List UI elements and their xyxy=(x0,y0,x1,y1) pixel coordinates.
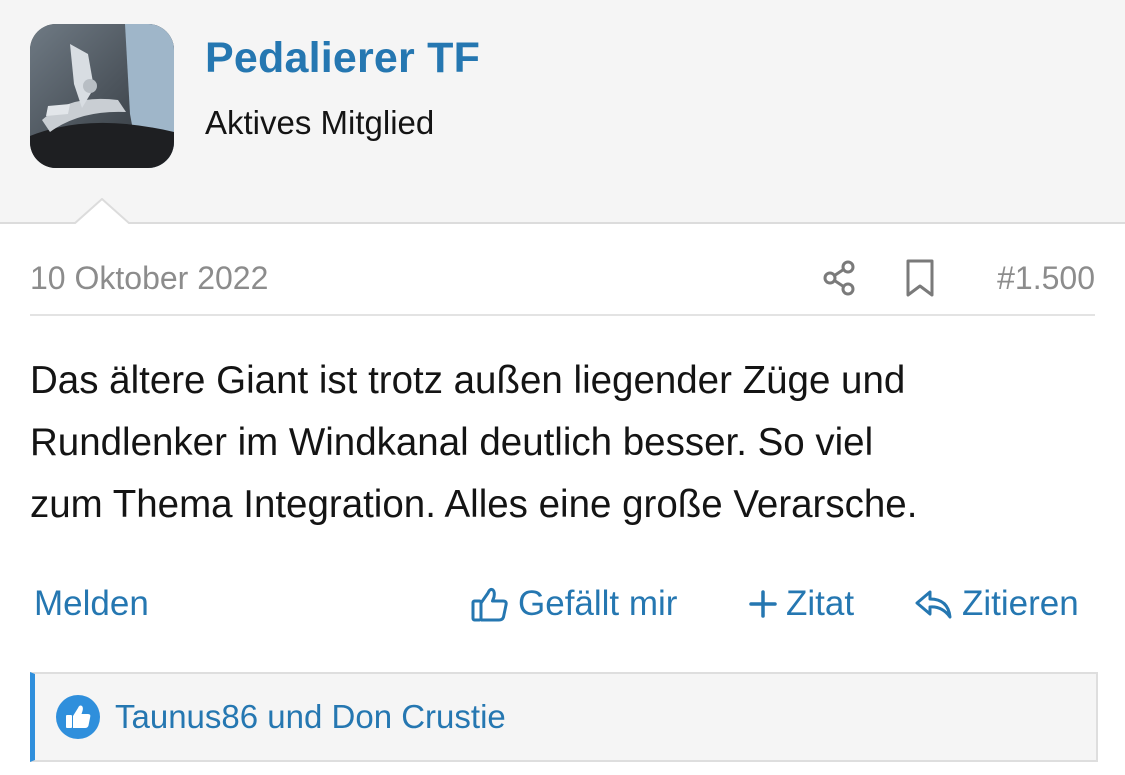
user-title: Aktives Mitglied xyxy=(205,104,435,141)
thumbs-up-icon xyxy=(471,587,508,622)
post-body-line: zum Thema Integration. Alles eine große … xyxy=(30,483,918,526)
post-body: Das ältere Giant ist trotz außen liegend… xyxy=(30,350,1095,536)
multiquote-label: Zitat xyxy=(786,584,855,623)
like-reaction-icon xyxy=(56,695,100,739)
avatar[interactable] xyxy=(30,24,174,168)
user-header: Pedalierer TF Aktives Mitglied xyxy=(0,0,1125,226)
bookmark-icon[interactable] xyxy=(902,258,938,298)
reply-label: Zitieren xyxy=(962,584,1079,623)
post-meta: 10 Oktober 2022 #1.500 xyxy=(30,254,1095,316)
post-body-line: Das ältere Giant ist trotz außen liegend… xyxy=(30,359,906,402)
header-arrow xyxy=(74,198,130,226)
report-button[interactable]: Melden xyxy=(34,584,149,624)
like-label: Gefällt mir xyxy=(518,584,678,623)
username[interactable]: Pedalierer TF xyxy=(205,34,480,83)
like-button[interactable]: Gefällt mir xyxy=(470,584,677,624)
share-icon[interactable] xyxy=(820,258,860,298)
post-number[interactable]: #1.500 xyxy=(997,260,1095,297)
post-date[interactable]: 10 Oktober 2022 xyxy=(30,260,268,297)
plus-icon xyxy=(749,590,777,618)
multiquote-button[interactable]: Zitat xyxy=(748,584,854,624)
reply-button[interactable]: Zitieren xyxy=(914,584,1079,624)
avatar-image xyxy=(30,24,174,168)
reply-arrow-icon xyxy=(915,590,952,619)
post-body-line: Rundlenker im Windkanal deutlich besser.… xyxy=(30,421,874,464)
reaction-users[interactable]: Taunus86 und Don Crustie xyxy=(115,698,506,736)
report-label: Melden xyxy=(34,584,149,623)
reactions-bar: Taunus86 und Don Crustie xyxy=(30,672,1098,762)
post-actions: Melden Gefällt mir Zitat Zitieren xyxy=(30,580,1095,630)
